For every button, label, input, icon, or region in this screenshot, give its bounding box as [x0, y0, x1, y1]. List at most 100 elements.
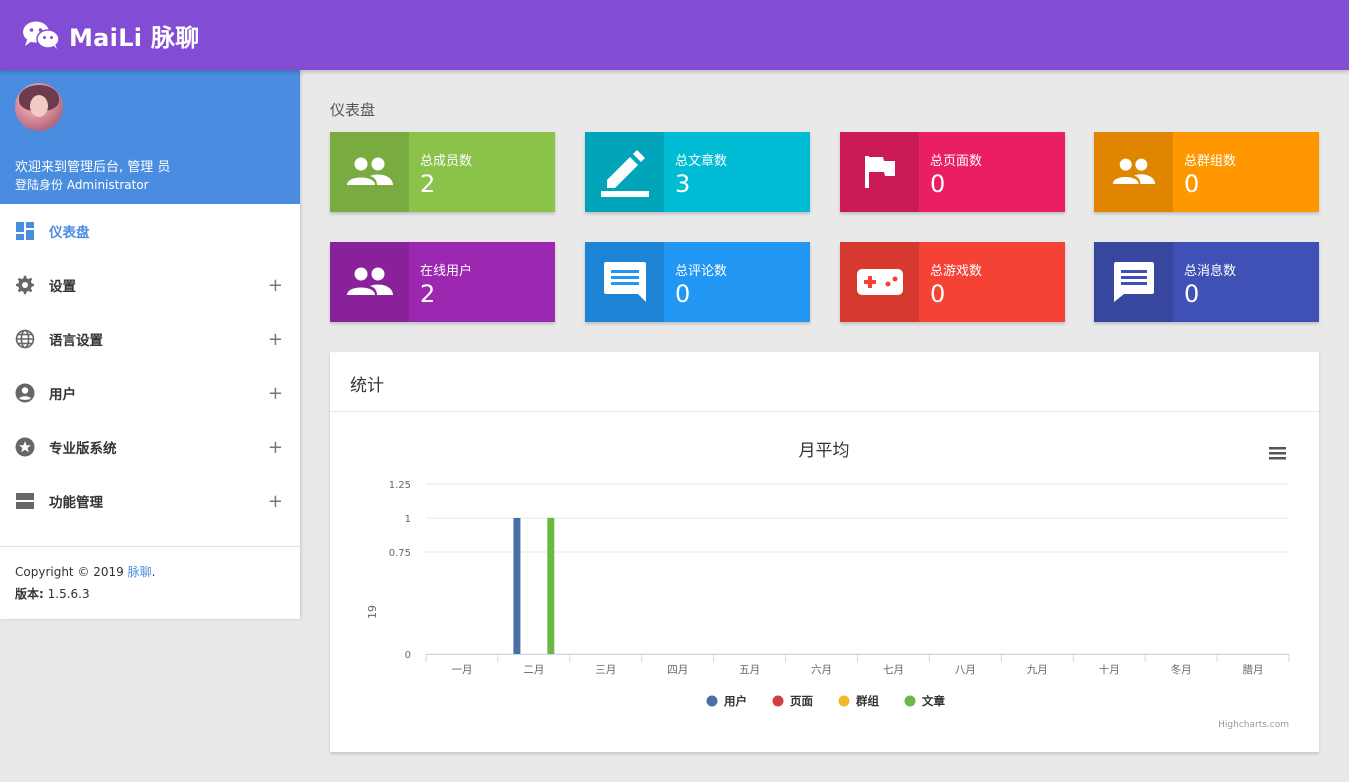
flag-icon	[840, 132, 919, 212]
sidebar-menu: 仪表盘 设置 + 语言设置 + 用户 + 专业版系统 + 功能管理 +	[0, 204, 300, 546]
legend-marker	[772, 695, 784, 707]
x-tick-label: 八月	[955, 664, 976, 676]
expand-icon[interactable]: +	[268, 437, 283, 458]
pencil-icon	[585, 132, 664, 212]
stat-value: 2	[420, 280, 436, 308]
hamburger-menu-icon[interactable]	[1269, 447, 1286, 460]
top-navbar: MaiLi 脉聊	[0, 0, 1349, 70]
x-tick-label: 四月	[667, 664, 688, 676]
expand-icon[interactable]: +	[268, 383, 283, 404]
x-tick-label: 三月	[595, 664, 616, 676]
chart-grid	[426, 483, 1289, 655]
user-panel: 欢迎来到管理后台, 管理 员 登陆身份 Administrator	[0, 70, 300, 204]
sidebar-item-label: 仪表盘	[49, 225, 90, 241]
stat-box-games[interactable]: 总游戏数 0	[840, 242, 1065, 322]
wechat-icon	[23, 21, 60, 49]
stat-box-articles[interactable]: 总文章数 3	[585, 132, 810, 212]
x-tick-label: 六月	[811, 664, 832, 676]
stat-label: 总群组数	[1184, 154, 1237, 169]
bar-文章	[547, 518, 555, 654]
stat-box-messages[interactable]: 总消息数 0	[1094, 242, 1319, 322]
monthly-average-chart: 月平均 19 0 0.75 1 1.25 一月 二月 三月 四月 五月 六月 七月 八月 九月 十月 冬月…	[366, 441, 1290, 730]
legend-marker	[706, 695, 718, 707]
y-tick-label: 0	[405, 650, 411, 661]
stat-box-pages[interactable]: 总页面数 0	[840, 132, 1065, 212]
bar-用户	[513, 518, 521, 654]
message-icon	[1094, 242, 1173, 322]
brand-title[interactable]: MaiLi 脉聊	[69, 18, 200, 53]
group-icon	[1094, 132, 1173, 212]
x-tick-label: 九月	[1027, 664, 1048, 676]
stat-box-members[interactable]: 总成员数 2	[330, 132, 555, 212]
expand-icon[interactable]: +	[268, 275, 283, 296]
globe-icon	[15, 329, 35, 349]
legend-label: 文章	[922, 694, 945, 708]
panel-title: 统计	[330, 352, 1319, 412]
stat-label: 总成员数	[420, 154, 473, 169]
stat-label: 在线用户	[420, 264, 473, 279]
sidebar-item-features[interactable]: 功能管理 +	[0, 474, 300, 528]
y-axis-title: 19	[366, 605, 379, 619]
role-text: 登陆身份 Administrator	[15, 178, 149, 192]
expand-icon[interactable]: +	[268, 329, 283, 350]
stat-label: 总评论数	[675, 264, 728, 279]
legend-item[interactable]: 用户	[706, 694, 748, 708]
stat-label: 总页面数	[930, 154, 983, 169]
sidebar-item-settings[interactable]: 设置 +	[0, 258, 300, 312]
stat-value: 3	[675, 170, 691, 198]
copyright: Copyright © 2019 脉聊.	[15, 565, 156, 579]
chart-bars	[513, 518, 555, 654]
stat-box-groups[interactable]: 总群组数 0	[1094, 132, 1319, 212]
y-tick-label: 1	[405, 514, 411, 525]
x-tick-label: 十月	[1099, 663, 1120, 676]
stat-label: 总文章数	[675, 154, 728, 169]
gear-icon	[15, 275, 35, 295]
y-tick-label: 0.75	[389, 548, 411, 559]
legend-item[interactable]: 群组	[838, 694, 880, 708]
version: 版本: 1.5.6.3	[15, 587, 90, 601]
sidebar-item-label: 专业版系统	[49, 441, 117, 457]
credits-link[interactable]: Highcharts.com	[1218, 720, 1289, 730]
star-icon	[15, 437, 35, 457]
stat-value: 0	[1184, 170, 1200, 198]
x-tick-label: 五月	[739, 664, 760, 676]
stat-value: 0	[675, 280, 691, 308]
copyright-link[interactable]: 脉聊	[128, 565, 152, 579]
comment-icon	[585, 242, 664, 322]
stat-label: 总游戏数	[930, 264, 983, 279]
y-axis-ticks: 0 0.75 1 1.25	[389, 480, 411, 661]
avatar[interactable]	[15, 83, 63, 131]
sidebar-item-label: 语言设置	[49, 333, 103, 349]
sidebar-item-pro-system[interactable]: 专业版系统 +	[0, 420, 300, 474]
legend-item[interactable]: 文章	[904, 694, 946, 708]
sidebar-item-language[interactable]: 语言设置 +	[0, 312, 300, 366]
dashboard-icon	[15, 221, 35, 241]
sidebar-item-users[interactable]: 用户 +	[0, 366, 300, 420]
stat-box-comments[interactable]: 总评论数 0	[585, 242, 810, 322]
gamepad-icon	[840, 242, 919, 322]
chart-legend: 用户 页面 群组 文章	[706, 694, 946, 708]
stat-label: 总消息数	[1184, 264, 1237, 279]
group-icon	[330, 132, 409, 212]
legend-item[interactable]: 页面	[772, 694, 814, 708]
y-tick-label: 1.25	[389, 480, 411, 491]
x-tick-label: 二月	[523, 664, 544, 676]
chart-title: 月平均	[799, 441, 850, 461]
legend-label: 页面	[790, 694, 813, 708]
panel-icon	[15, 491, 35, 511]
sidebar-footer: Copyright © 2019 脉聊. 版本: 1.5.6.3	[0, 546, 300, 619]
x-tick-label: 七月	[883, 664, 904, 676]
stat-value: 2	[420, 170, 436, 198]
x-tick-label: 腊月	[1243, 664, 1264, 676]
user-circle-icon	[15, 383, 35, 403]
stat-box-online-users[interactable]: 在线用户 2	[330, 242, 555, 322]
expand-icon[interactable]: +	[268, 491, 283, 512]
sidebar: 欢迎来到管理后台, 管理 员 登陆身份 Administrator 仪表盘 设置…	[0, 70, 300, 619]
x-tick-label: 一月	[451, 664, 472, 676]
page-title: 仪表盘	[330, 101, 376, 119]
statistics-panel: 统计 月平均 19 0 0.75 1 1.25 一月 二月 三月 四月 五月 六月 七月 八月 九月 十…	[330, 352, 1319, 752]
stat-value: 0	[930, 280, 946, 308]
legend-marker	[904, 695, 916, 707]
sidebar-item-dashboard[interactable]: 仪表盘	[0, 204, 300, 258]
legend-label: 用户	[723, 694, 747, 708]
